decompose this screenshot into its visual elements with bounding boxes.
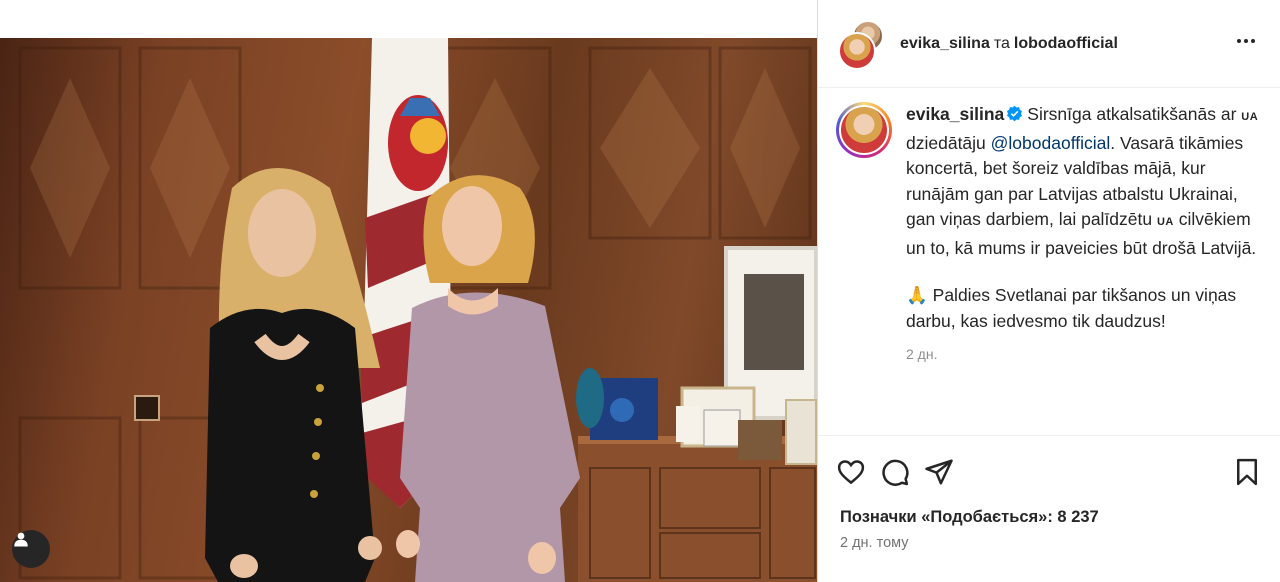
user-tag-icon: [14, 532, 28, 547]
more-options-icon: [1237, 38, 1255, 43]
save-button[interactable]: [1232, 457, 1262, 487]
more-options-button[interactable]: [1230, 29, 1262, 59]
caption-author-avatar: [839, 105, 889, 155]
caption-text-1: Sirsnīga atkalsatikšanās ar: [1027, 104, 1242, 124]
ukraine-flag-emoji-2: UA: [1156, 216, 1174, 228]
user-tags-button[interactable]: [12, 530, 50, 568]
paper-plane-icon: [925, 459, 953, 485]
mention-link[interactable]: @lobodaofficial: [991, 133, 1111, 153]
author-username-link[interactable]: evika_silina: [900, 35, 990, 52]
posted-time[interactable]: 2 дн. тому: [818, 527, 1280, 551]
post-caption: evika_silina Sirsnīga atkalsatikšanās ar …: [906, 102, 1262, 435]
post-photo[interactable]: [0, 38, 817, 582]
share-button[interactable]: [924, 457, 954, 487]
story-ring-avatar[interactable]: [836, 102, 892, 158]
post-actions: [818, 436, 1280, 508]
post-header: evika_silina та lobodaofficial: [818, 0, 1280, 88]
like-button[interactable]: [836, 457, 866, 487]
top-blank-strip: [0, 0, 817, 38]
ukraine-flag-emoji: UA: [1241, 111, 1259, 123]
comment-icon: [882, 459, 909, 486]
caption-username-link[interactable]: evika_silina: [906, 104, 1004, 124]
authors-joiner: та: [993, 34, 1010, 52]
heart-icon: [837, 460, 865, 485]
caption-text-2: dziedātāju: [906, 132, 991, 153]
author-avatar: [838, 31, 876, 70]
post-photo-illustration: [18, 38, 817, 582]
post-authors: evika_silina та lobodaofficial: [900, 35, 1230, 53]
bookmark-icon: [1237, 458, 1257, 486]
post-details-panel: evika_silina та lobodaofficial evika_silin…: [817, 0, 1280, 582]
verified-badge-icon: [1007, 105, 1023, 122]
likes-count[interactable]: Позначки «Подобається»: 8 237: [818, 508, 1280, 527]
caption-area: evika_silina Sirsnīga atkalsatikšanās ar …: [818, 88, 1280, 436]
collab-avatars[interactable]: [836, 18, 888, 70]
comment-button[interactable]: [880, 457, 910, 487]
caption-paragraph-2: 🙏 Paldies Svetlanai par tikšanos un viņa…: [906, 285, 1237, 331]
coauthor-username-link[interactable]: lobodaofficial: [1014, 35, 1118, 52]
caption-time[interactable]: 2 дн.: [906, 342, 1262, 368]
